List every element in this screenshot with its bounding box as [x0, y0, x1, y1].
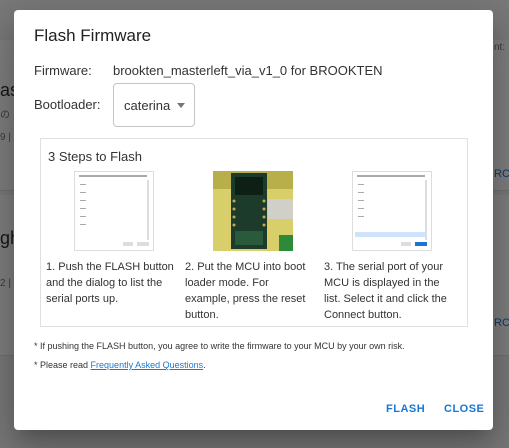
step-1-screenshot [74, 171, 154, 251]
bootloader-select[interactable]: caterina [113, 83, 195, 127]
faq-link[interactable]: Frequently Asked Questions [91, 360, 204, 370]
faq-note-prefix: * Please read [34, 360, 91, 370]
faq-note: * Please read Frequently Asked Questions… [34, 360, 206, 370]
close-button[interactable]: CLOSE [444, 403, 484, 415]
firmware-label: Firmware: [34, 63, 92, 78]
flash-button[interactable]: FLASH [386, 403, 425, 415]
step-3-text: 3. The serial port of your MCU is displa… [324, 261, 447, 321]
step-1-text: 1. Push the FLASH button and the dialog … [46, 261, 174, 305]
firmware-value: brookten_masterleft_via_v1_0 for BROOKTE… [113, 63, 383, 78]
steps-panel: 3 Steps to Flash 1. Push the FLASH butto… [40, 138, 468, 327]
steps-title: 3 Steps to Flash [48, 149, 142, 164]
faq-note-suffix: . [203, 360, 206, 370]
dialog-title: Flash Firmware [34, 26, 152, 45]
flash-firmware-dialog: Flash Firmware Firmware: brookten_master… [14, 10, 493, 430]
step-3-screenshot [352, 171, 432, 251]
bootloader-selected-value: caterina [124, 98, 171, 113]
chevron-down-icon [177, 103, 185, 108]
risk-note: * If pushing the FLASH button, you agree… [34, 341, 405, 351]
mcu-board-image [213, 171, 293, 251]
step-2-text: 2. Put the MCU into boot loader mode. Fo… [185, 261, 306, 321]
bootloader-label: Bootloader: [34, 97, 101, 112]
step-2-photo [213, 171, 293, 251]
